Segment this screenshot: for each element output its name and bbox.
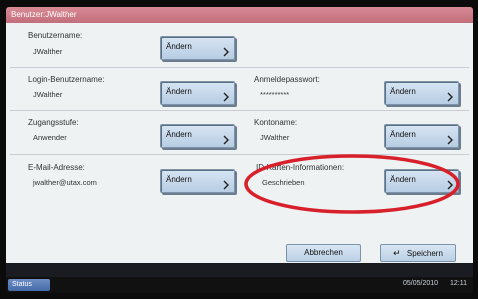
date-text: 05/05/2010 [403,280,439,287]
access-level-label: Zugangsstufe: [28,118,79,127]
change-login-username-button[interactable]: Ändern [160,81,235,105]
chevron-right-icon [223,135,229,145]
date-time: 05/05/2010 12:11 [403,280,467,287]
chevron-right-icon [447,92,453,102]
save-button-label: Speichern [406,249,443,258]
red-highlight-circle [244,154,460,214]
login-password-label: Anmeldepasswort: [254,75,320,84]
window-title: Benutzer:JWalther [6,7,473,23]
login-username-label: Login-Benutzername: [28,75,105,84]
account-name-label: Kontoname: [254,118,298,127]
change-access-level-button[interactable]: Ändern [160,124,235,148]
change-account-name-button[interactable]: Ändern [384,124,459,148]
change-password-label: Ändern [390,87,416,96]
enter-arrow-icon: ↵ [393,248,401,258]
change-email-label: Ändern [166,175,192,184]
change-account-name-label: Ändern [390,130,416,139]
divider [10,110,469,111]
status-button[interactable]: Status [8,279,50,291]
username-value: JWalther [33,47,63,56]
change-username-button[interactable]: Ändern [160,36,235,60]
chevron-right-icon [447,135,453,145]
account-name-value: JWalther [260,133,290,142]
chevron-right-icon [223,47,229,57]
cancel-button[interactable]: Abbrechen [286,244,361,262]
login-password-value: ********** [260,90,290,99]
login-username-value: JWalther [33,90,63,99]
device-screen: Benutzer:JWalther Benutzername: JWalther… [6,7,473,293]
change-username-label: Ändern [166,42,192,51]
chevron-right-icon [223,180,229,190]
status-bar: Status 05/05/2010 12:11 [6,277,473,293]
change-access-level-label: Ändern [166,130,192,139]
change-email-button[interactable]: Ändern [160,169,235,193]
chevron-right-icon [223,92,229,102]
change-login-username-label: Ändern [166,87,192,96]
username-label: Benutzername: [28,31,83,40]
change-password-button[interactable]: Ändern [384,81,459,105]
access-level-value: Anwender [33,133,67,142]
email-label: E-Mail-Adresse: [28,163,85,172]
divider [10,67,469,68]
time-text: 12:11 [450,280,467,287]
save-button[interactable]: ↵ Speichern [380,244,456,262]
email-value: jwalther@utax.com [33,178,97,187]
user-edit-panel: Benutzername: JWalther Ändern Login-Benu… [6,23,473,263]
